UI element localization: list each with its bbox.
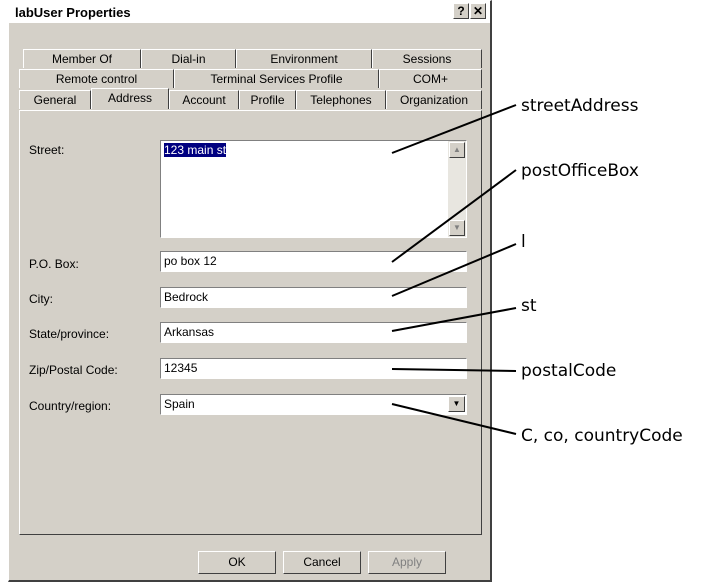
pobox-annotation: postOfficeBox (521, 161, 639, 181)
street-annotation: streetAddress (521, 96, 639, 116)
zip-leader-line (391, 368, 517, 372)
state-annotation: st (521, 296, 537, 316)
city-annotation: l (521, 232, 526, 252)
country-leader-line (391, 403, 517, 435)
tab-address[interactable]: Address (91, 88, 169, 109)
country-annotation: C, co, countryCode (521, 426, 683, 446)
city-leader-line (391, 243, 517, 297)
pobox-leader-line (391, 169, 517, 263)
zip-annotation: postalCode (521, 361, 617, 381)
street-leader-line (391, 104, 517, 154)
state-leader-line (391, 307, 517, 332)
